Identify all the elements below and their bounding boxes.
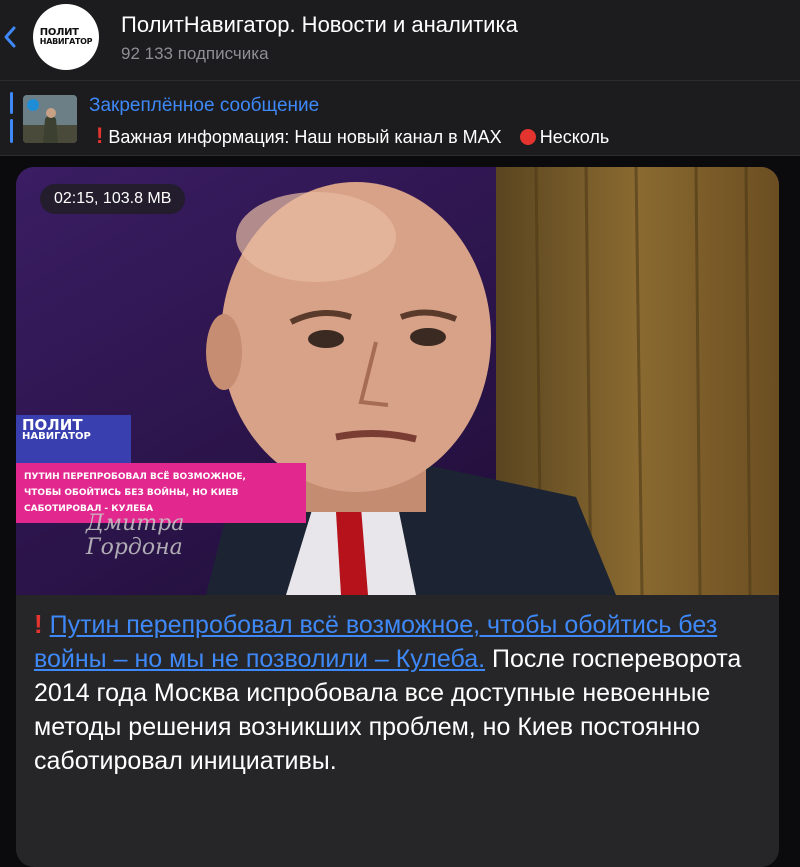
video-duration-size: 02:15, 103.8 MB	[40, 184, 186, 214]
channel-avatar[interactable]: ПОЛИТ НАВИГАТОР	[33, 4, 99, 70]
back-chevron-icon	[4, 26, 16, 48]
channel-title[interactable]: ПолитНавигатор. Новости и аналитика	[121, 12, 518, 38]
exclamation-icon: !	[34, 609, 43, 639]
pinned-thumbnail	[23, 95, 77, 143]
pinned-preview: ! Важная информация: Наш новый канал в M…	[96, 123, 610, 148]
subscriber-count: 92 133 подписчика	[121, 44, 269, 63]
pinned-indicator	[10, 92, 13, 114]
pinned-indicator	[10, 119, 13, 143]
pinned-title: Закреплённое сообщение	[89, 95, 320, 116]
back-button[interactable]	[0, 22, 24, 52]
pinned-message-bar[interactable]: Закреплённое сообщение ! Важная информац…	[0, 80, 800, 156]
message-text: ! Путин перепробовал всё возможное, чтоб…	[34, 607, 764, 778]
overlay-show-title: Дмитра Гордона	[86, 511, 185, 560]
overlay-logo: ПОЛИТ НАВИГАТОР	[22, 416, 91, 443]
message-bubble: 02:15, 103.8 MB ПОЛИТ НАВИГАТОР ПУТИН ПЕ…	[16, 167, 779, 867]
red-circle-icon	[519, 129, 536, 145]
channel-logo: ПОЛИТ НАВИГАТОР	[39, 27, 93, 47]
video-media[interactable]: 02:15, 103.8 MB ПОЛИТ НАВИГАТОР ПУТИН ПЕ…	[16, 167, 779, 595]
exclamation-icon: !	[96, 123, 104, 148]
chat-header: ПОЛИТ НАВИГАТОР ПолитНавигатор. Новости …	[0, 0, 800, 80]
